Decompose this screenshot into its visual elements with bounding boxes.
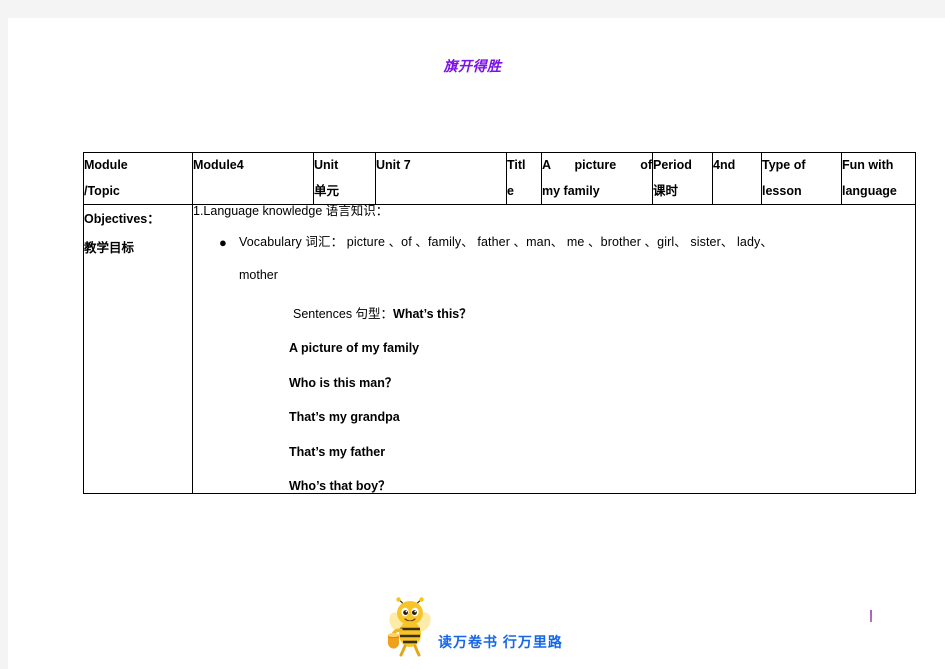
title-value-line2: my family — [542, 183, 600, 198]
cell-title-value: A picture of my family — [541, 151, 653, 206]
sentence-line: A picture of my family — [289, 341, 420, 356]
cell-type-value: Fun with language — [841, 151, 916, 206]
unit-value: Unit 7 — [376, 158, 411, 172]
footer-motto: 读万卷书 行万里路 — [438, 634, 563, 650]
language-knowledge-title: 1.Language knowledge 语言知识： — [193, 204, 389, 219]
period-value: 4nd — [713, 158, 736, 172]
vocabulary-words-continued: mother — [239, 268, 278, 283]
module-topic-line1: Module — [84, 158, 128, 172]
cell-objectives-label: Objectives： 教学目标 — [83, 204, 193, 494]
sentence-line: That’s my father — [289, 444, 386, 459]
sentence-line: That’s my grandpa — [289, 410, 400, 425]
type-label-line2: lesson — [762, 183, 802, 198]
bee-mascot-icon — [388, 597, 431, 657]
bullet-icon: ● — [219, 234, 227, 250]
module-value: Module4 — [193, 158, 244, 172]
cell-period-value: 4nd — [712, 151, 762, 206]
document-heading: 旗开得胜 — [443, 58, 502, 74]
sentences-first: What’s this？ — [393, 306, 472, 321]
sentence-line: Who is this man？ — [289, 375, 398, 390]
vocabulary-list-item: ● Vocabulary 词汇： picture 、of 、family、 fa… — [219, 236, 915, 250]
objectives-label-en: Objectives： — [84, 212, 160, 227]
vocabulary-words: Vocabulary 词汇： picture 、of 、family、 fath… — [239, 234, 773, 249]
sentences-label: Sentences 句型： — [293, 306, 394, 321]
sentences-label-row: Sentences 句型：What’s this？ — [293, 308, 915, 321]
title-label-line2: e — [507, 183, 514, 198]
cell-module-value: Module4 — [192, 151, 314, 206]
type-value-line1: Fun with — [842, 158, 894, 172]
page-footer: 读万卷书 行万里路 — [8, 596, 937, 658]
table-header-row: Module /Topic Module4 Unit 单元 Unit 7 Tit… — [83, 151, 916, 206]
cell-title-label: Titl e — [506, 151, 542, 206]
type-label-line1: Type of — [762, 158, 806, 172]
cell-module-topic-label: Module /Topic — [83, 151, 193, 206]
title-value-line1: A picture of — [542, 158, 652, 172]
unit-label-line2: 单元 — [314, 183, 340, 198]
table-objectives-row: Objectives： 教学目标 1.Language knowledge 语言… — [83, 204, 916, 494]
type-value-line2: language — [842, 183, 897, 198]
cell-objectives-content: 1.Language knowledge 语言知识： ● Vocabulary … — [192, 204, 916, 494]
title-label-line1: Titl — [507, 158, 526, 172]
unit-label-line1: Unit — [314, 158, 339, 172]
cell-period-label: Period 课时 — [652, 151, 713, 206]
footer-inner: 读万卷书 行万里路 — [382, 596, 563, 658]
cell-unit-label: Unit 单元 — [313, 151, 376, 206]
period-label-line2: 课时 — [653, 183, 679, 198]
period-label-line1: Period — [653, 158, 692, 172]
sentence-line: Who’s that boy？ — [289, 479, 391, 494]
cell-type-label: Type of lesson — [761, 151, 842, 206]
objectives-label-zh: 教学目标 — [84, 241, 135, 255]
module-topic-line2: /Topic — [84, 183, 120, 198]
lesson-plan-table: Module /Topic Module4 Unit 单元 Unit 7 Tit… — [83, 151, 916, 494]
document-page: 旗开得胜 Module /Topic Module4 Unit 单元 Unit … — [8, 18, 945, 669]
cell-unit-value: Unit 7 — [375, 151, 507, 206]
